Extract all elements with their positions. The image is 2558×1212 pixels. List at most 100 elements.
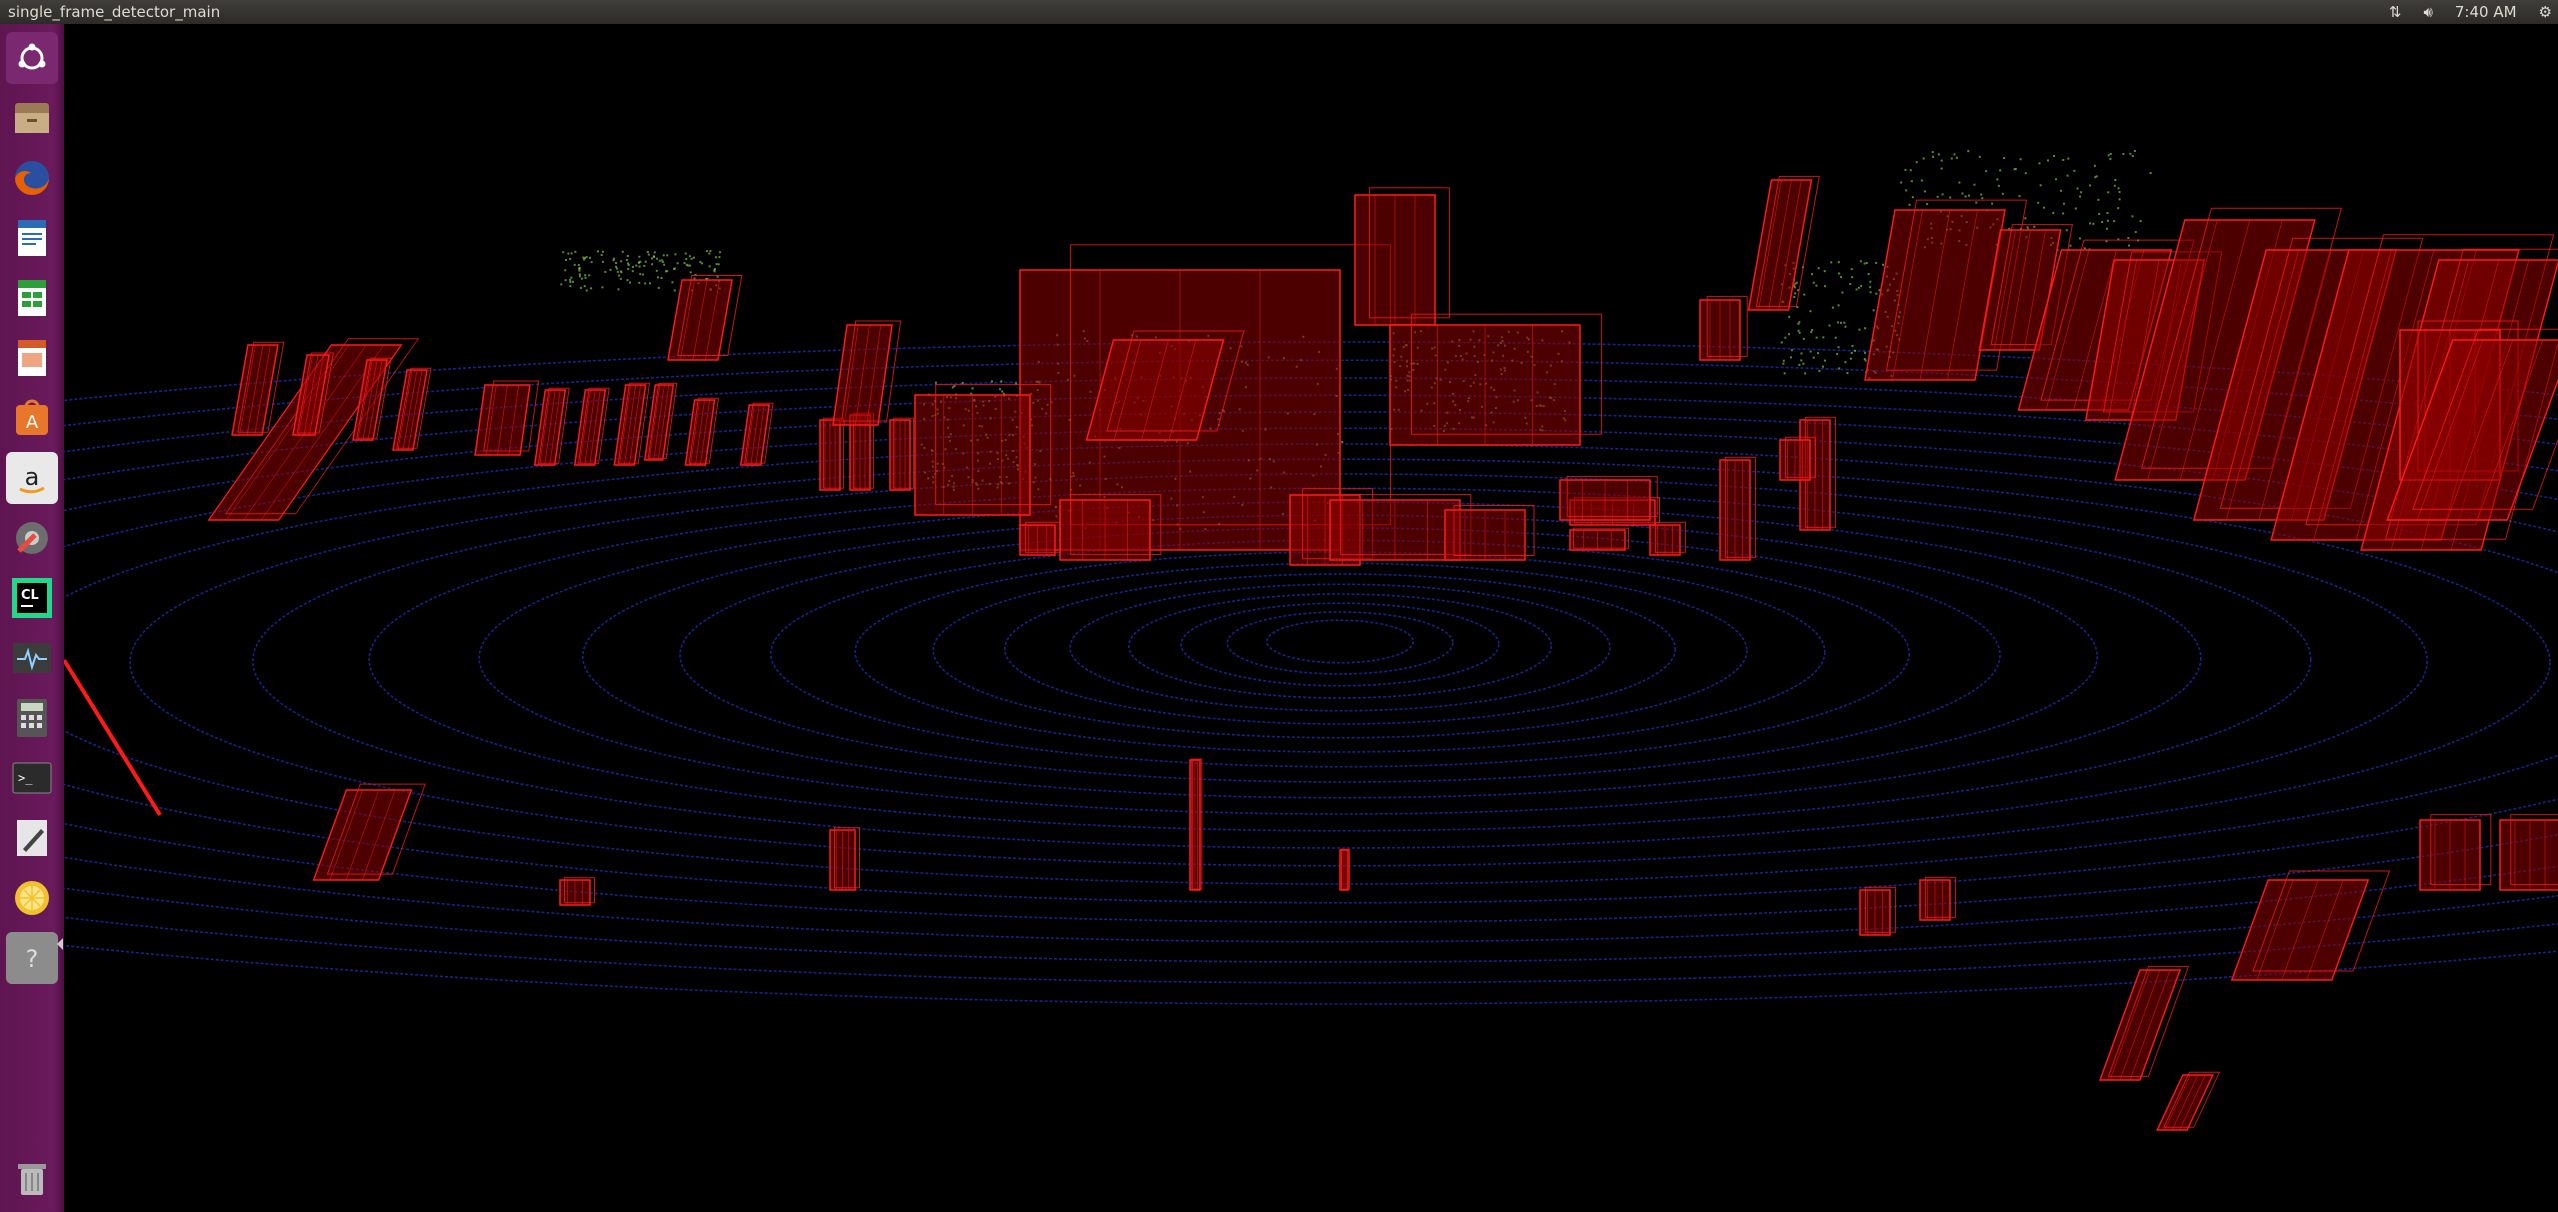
system-monitor-icon (13, 643, 51, 673)
clock[interactable]: 7:40 AM (2455, 0, 2517, 24)
system-settings-button[interactable] (6, 512, 58, 564)
point (2013, 168, 2016, 171)
point (1996, 178, 1999, 181)
point (1980, 193, 1983, 196)
point (1975, 201, 1978, 204)
point (674, 267, 677, 270)
ubuntu-dash-button[interactable] (6, 32, 58, 84)
volume-icon[interactable]: 🔊︎ (2423, 0, 2432, 24)
svg-text:?: ? (26, 945, 39, 973)
point (713, 270, 716, 273)
point (627, 262, 630, 265)
point (579, 286, 582, 289)
point (1837, 304, 1840, 307)
point (1815, 336, 1818, 339)
point (643, 264, 646, 267)
point (2062, 212, 2065, 215)
point (2055, 178, 2058, 181)
point (567, 252, 570, 255)
point (631, 270, 634, 273)
bounding-box (832, 320, 902, 426)
launcher: A a CL >_ ? (0, 24, 64, 1212)
point (2109, 158, 2112, 161)
point (709, 250, 712, 253)
point (651, 263, 654, 266)
point (596, 250, 599, 253)
point (1843, 321, 1846, 324)
point (1823, 359, 1826, 362)
impress-button[interactable] (6, 332, 58, 384)
help-button[interactable]: ? (6, 932, 58, 984)
point (1915, 161, 1918, 164)
point (578, 275, 581, 278)
calc-button[interactable] (6, 272, 58, 324)
point-cloud-viewport[interactable] (64, 24, 2558, 1212)
amazon-button[interactable]: a (6, 452, 58, 504)
terminal-button[interactable]: >_ (6, 752, 58, 804)
calculator-button[interactable] (6, 692, 58, 744)
point (1800, 359, 1803, 362)
point (1911, 196, 1914, 199)
gear-icon[interactable]: ⚙ (2539, 0, 2552, 24)
scan-ring (854, 551, 1826, 753)
point (2083, 247, 2086, 250)
text-editor-icon (17, 820, 47, 856)
bounding-box (573, 387, 610, 466)
bounding-box (1059, 494, 1162, 561)
text-editor-button[interactable] (6, 812, 58, 864)
files-icon (15, 103, 49, 133)
point (1000, 380, 1003, 383)
trash-button[interactable] (6, 1152, 58, 1204)
point (569, 281, 572, 284)
bounding-box (667, 275, 743, 361)
bounding-box (643, 382, 678, 461)
point (2089, 222, 2092, 225)
point (1782, 359, 1785, 362)
point (999, 388, 1002, 391)
point (2033, 225, 2036, 228)
point (604, 270, 607, 273)
point (2128, 244, 2131, 247)
bounding-box (2419, 814, 2492, 891)
point (626, 254, 629, 257)
point (2001, 192, 2004, 195)
software-center-button[interactable]: A (6, 392, 58, 444)
writer-button[interactable] (6, 212, 58, 264)
point (627, 268, 630, 271)
point (2052, 155, 2055, 158)
point (570, 276, 573, 279)
point (699, 260, 702, 263)
point (1863, 351, 1866, 354)
point (2078, 237, 2081, 240)
point (1834, 336, 1837, 339)
point (1840, 276, 1843, 279)
point (585, 255, 588, 258)
lemon-app-button[interactable] (6, 872, 58, 924)
point (635, 264, 638, 267)
files-button[interactable] (6, 92, 58, 144)
firefox-button[interactable] (6, 152, 58, 204)
point (2113, 220, 2116, 223)
point (2039, 184, 2042, 187)
system-monitor-button[interactable] (6, 632, 58, 684)
point (1788, 315, 1791, 318)
point (1908, 203, 1911, 206)
point (683, 262, 686, 265)
point (1838, 367, 1841, 370)
point (1802, 362, 1805, 365)
svg-text:CL: CL (21, 588, 39, 603)
point (1823, 270, 1826, 273)
bounding-box (312, 783, 426, 881)
point (1953, 153, 1956, 156)
network-arrows-icon[interactable]: ⇅ (2389, 0, 2402, 24)
clion-button[interactable]: CL (6, 572, 58, 624)
bounding-box (684, 397, 719, 466)
bounding-box (1719, 456, 1756, 561)
point (2131, 155, 2134, 158)
window-title: single_frame_detector_main (8, 3, 221, 21)
scan-ring (679, 527, 2001, 783)
point (2133, 150, 2136, 153)
point (666, 254, 669, 257)
point (692, 256, 695, 259)
clion-icon: CL (12, 578, 52, 618)
